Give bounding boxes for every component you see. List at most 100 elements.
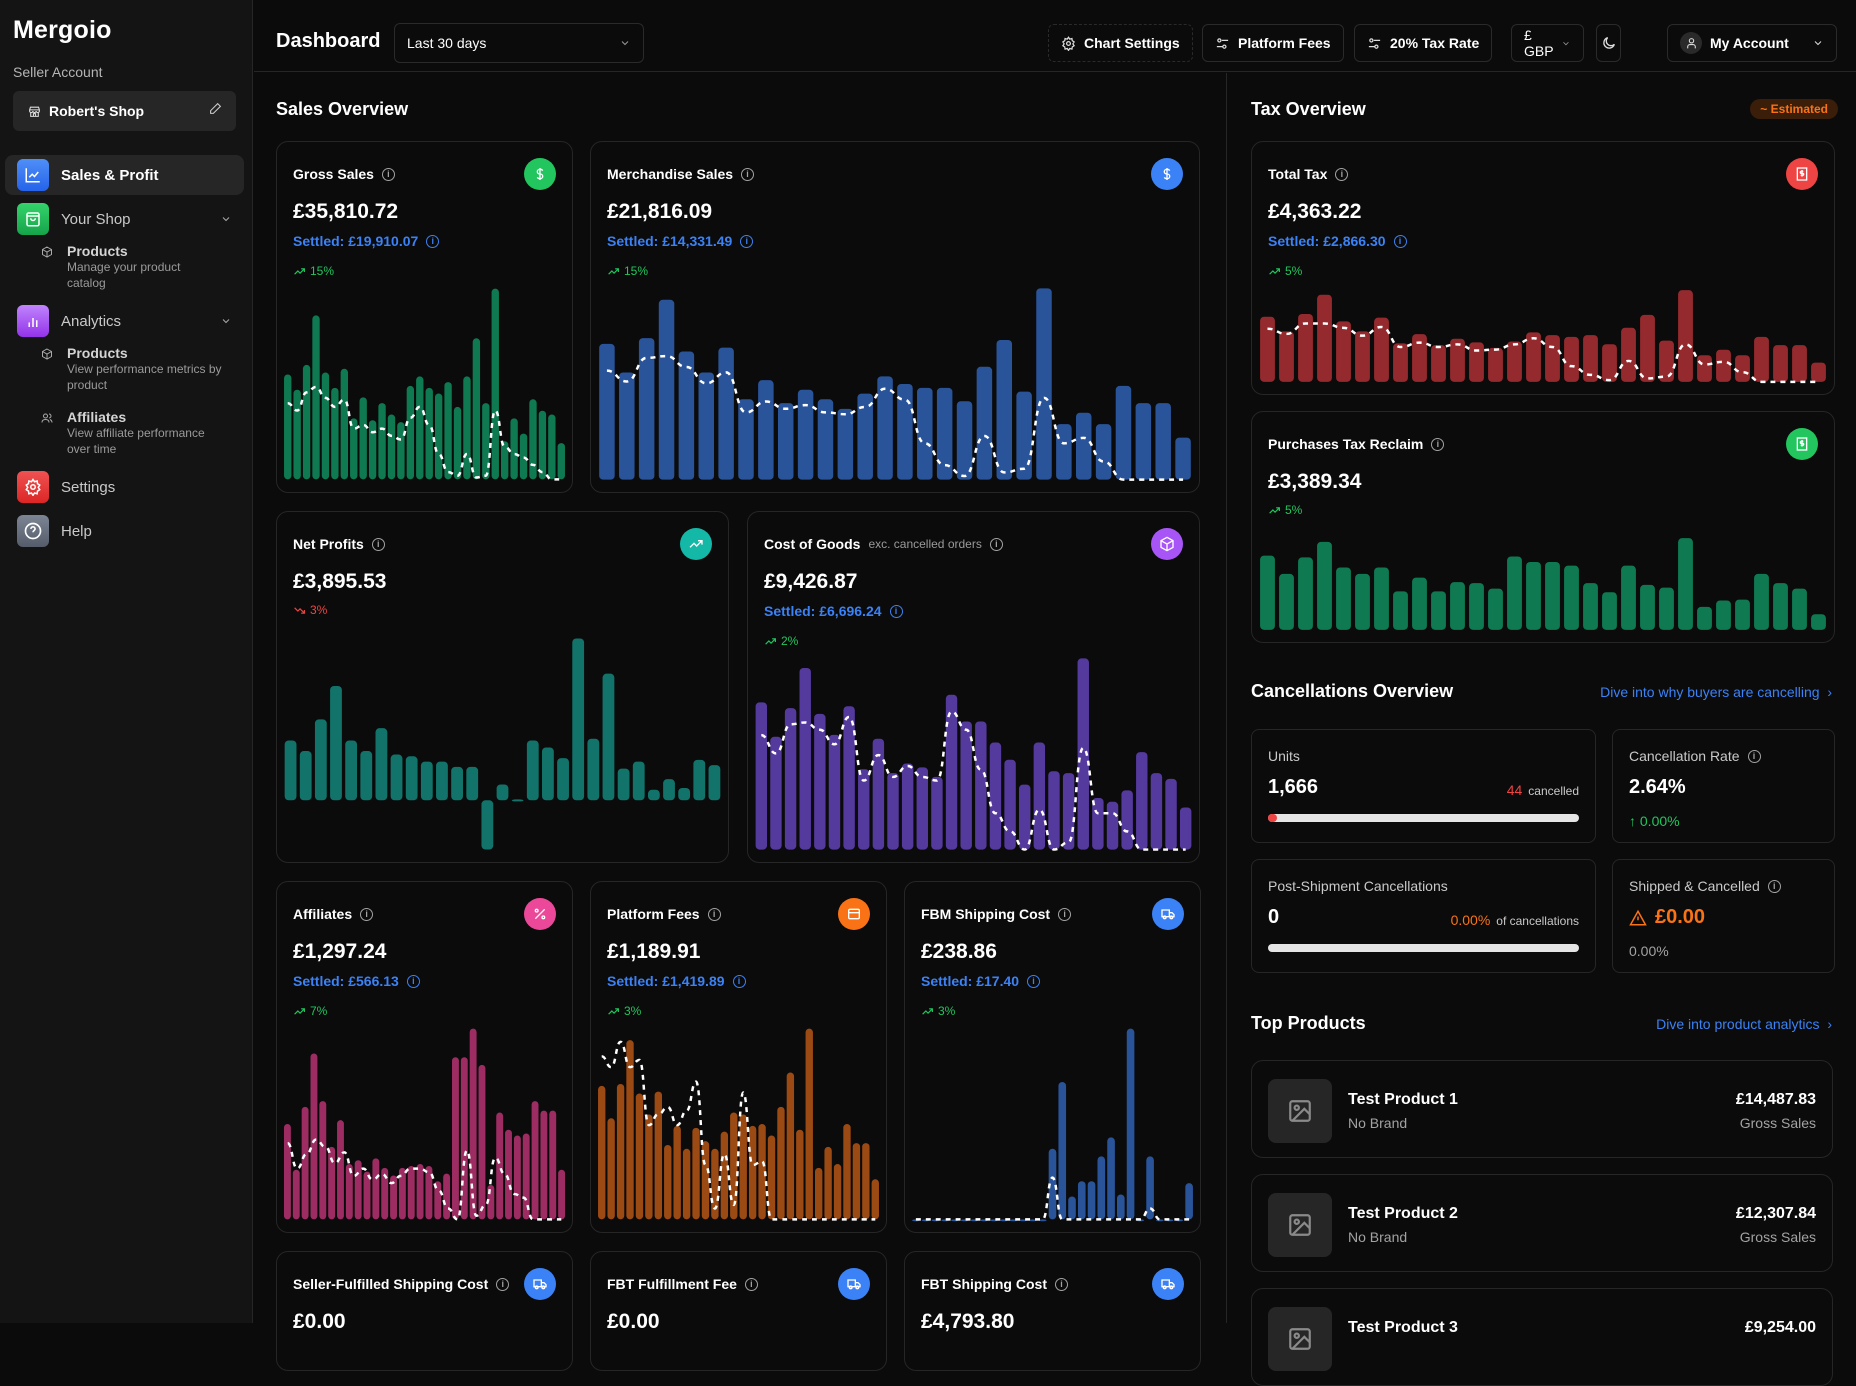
post-shipment-pct-label: of cancellations xyxy=(1496,914,1579,928)
my-account-button[interactable]: My Account xyxy=(1667,24,1837,62)
chart-bar xyxy=(1716,600,1731,630)
cancellations-link[interactable]: Dive into why buyers are cancelling › xyxy=(1600,684,1832,700)
shop-selector[interactable]: Robert's Shop xyxy=(13,91,236,131)
reclaim-card: Purchases Tax Reclaim i £3,389.34 5% xyxy=(1251,411,1835,643)
chart-bar xyxy=(599,343,615,480)
image-placeholder-icon xyxy=(1268,1079,1332,1143)
chevron-down-icon xyxy=(621,41,629,46)
chart-bar xyxy=(1106,801,1119,850)
store-icon xyxy=(27,104,41,118)
settled-value: Settled: £6,696.24 i xyxy=(764,603,903,619)
post-shipment-label: Post-Shipment Cancellations xyxy=(1268,878,1448,894)
info-icon[interactable]: i xyxy=(744,1277,758,1291)
chart-bar xyxy=(617,768,630,801)
info-icon[interactable]: i xyxy=(1747,749,1761,763)
chart-bar xyxy=(1279,573,1294,630)
right-column: Tax Overview ~ Estimated Total Tax i £4,36… xyxy=(1226,73,1856,1386)
chevron-down-icon[interactable] xyxy=(220,213,232,225)
chart-bar xyxy=(453,406,462,480)
chart-bar xyxy=(1735,355,1750,382)
product-row[interactable]: Test Product 3 £9,254.00 xyxy=(1251,1288,1833,1386)
info-icon[interactable]: i xyxy=(1058,907,1072,921)
chart-bar xyxy=(540,1110,548,1220)
info-icon[interactable]: i xyxy=(1335,167,1349,181)
edit-pencil-icon[interactable] xyxy=(209,102,222,120)
info-icon[interactable]: i xyxy=(741,167,755,181)
chart-bar xyxy=(1412,577,1427,630)
chart-settings-button[interactable]: Chart Settings xyxy=(1048,24,1193,62)
sidebar-subitem-shop-products[interactable]: Products Manage your product catalog xyxy=(5,243,244,291)
chart-bar xyxy=(460,1057,468,1220)
chart-bar xyxy=(312,315,320,480)
trend-indicator: 5% xyxy=(1268,503,1302,517)
chart-bar xyxy=(390,754,403,801)
chart-bar xyxy=(302,364,311,480)
sidebar-item-your-shop[interactable]: Your Shop xyxy=(5,199,244,239)
info-icon[interactable]: i xyxy=(1767,879,1781,893)
chart-bar xyxy=(1507,556,1522,630)
chart-bar xyxy=(887,773,899,850)
product-analytics-link[interactable]: Dive into product analytics › xyxy=(1656,1016,1832,1032)
chevron-down-icon xyxy=(1563,41,1569,45)
sidebar-item-sales-profit[interactable]: Sales & Profit xyxy=(5,155,244,195)
chart-bar xyxy=(451,766,463,801)
info-icon[interactable]: i xyxy=(740,234,754,248)
link-label: Dive into product analytics xyxy=(1656,1016,1820,1032)
info-icon[interactable]: i xyxy=(1393,234,1407,248)
info-icon[interactable]: i xyxy=(381,167,395,181)
chart-bar xyxy=(619,372,635,480)
trending-up-icon xyxy=(680,528,712,560)
top-bar: Dashboard Last 30 days Chart Settings Pl… xyxy=(254,0,1856,72)
info-icon[interactable]: i xyxy=(732,974,746,988)
shipped-label: Shipped & Cancelled xyxy=(1629,878,1760,894)
chevron-down-icon[interactable] xyxy=(220,315,232,327)
date-range-select[interactable]: Last 30 days xyxy=(394,23,644,63)
chart-bar xyxy=(1564,336,1579,382)
chart-bar xyxy=(1087,1181,1096,1220)
info-icon[interactable]: i xyxy=(707,907,721,921)
sidebar-subitem-analytics-products[interactable]: Products View performance metrics by prod… xyxy=(5,345,244,393)
platform-fees-button[interactable]: Platform Fees xyxy=(1202,24,1344,62)
chart-bar xyxy=(1156,1219,1164,1222)
info-icon[interactable]: i xyxy=(360,907,374,921)
chart-bar xyxy=(1107,1137,1115,1220)
trending-up-icon xyxy=(294,267,305,275)
info-icon[interactable]: i xyxy=(1431,437,1445,451)
product-row[interactable]: Test Product 1 No Brand £14,487.83 Gross… xyxy=(1251,1060,1833,1158)
section-title: Sales Overview xyxy=(276,99,409,119)
info-icon[interactable]: i xyxy=(1054,1277,1068,1291)
chart-bar xyxy=(1640,314,1655,382)
card-title: Net Profits xyxy=(293,536,364,552)
info-icon[interactable]: i xyxy=(426,234,440,248)
chart-bar xyxy=(1004,759,1016,850)
product-brand: No Brand xyxy=(1348,1115,1408,1131)
chart-bar xyxy=(510,418,518,480)
info-icon[interactable]: i xyxy=(371,537,385,551)
theme-toggle-button[interactable] xyxy=(1596,24,1621,62)
truck-icon xyxy=(524,1268,556,1300)
info-icon[interactable]: i xyxy=(496,1277,510,1291)
sidebar-item-analytics[interactable]: Analytics xyxy=(5,301,244,341)
chart-bar xyxy=(1126,1028,1135,1220)
card-value: £3,389.34 xyxy=(1268,470,1362,493)
chart-bar xyxy=(1792,588,1807,630)
chart-bar xyxy=(1526,561,1541,630)
sidebar-subitem-affiliates[interactable]: Affiliates View affiliate performance ove… xyxy=(5,409,244,457)
chart-bar xyxy=(1545,561,1560,630)
product-name: Test Product 1 xyxy=(1348,1091,1458,1108)
info-icon[interactable]: i xyxy=(1027,974,1041,988)
currency-select[interactable]: £ GBP xyxy=(1511,24,1584,62)
sidebar-item-settings[interactable]: Settings xyxy=(5,467,244,507)
avatar-icon xyxy=(1680,32,1702,54)
settled-value: Settled: £2,866.30 i xyxy=(1268,233,1407,249)
info-icon[interactable]: i xyxy=(989,537,1003,551)
product-row[interactable]: Test Product 2 No Brand £12,307.84 Gross… xyxy=(1251,1174,1833,1272)
chart-bar xyxy=(871,1179,879,1220)
info-icon[interactable]: i xyxy=(406,974,420,988)
info-icon[interactable]: i xyxy=(889,604,903,618)
sidebar-item-help[interactable]: Help xyxy=(5,511,244,551)
card-title: FBT Shipping Cost xyxy=(921,1276,1047,1292)
tax-rate-button[interactable]: 20% Tax Rate xyxy=(1354,24,1493,62)
trending-up-icon xyxy=(1269,506,1280,514)
chart-bar xyxy=(538,410,547,480)
